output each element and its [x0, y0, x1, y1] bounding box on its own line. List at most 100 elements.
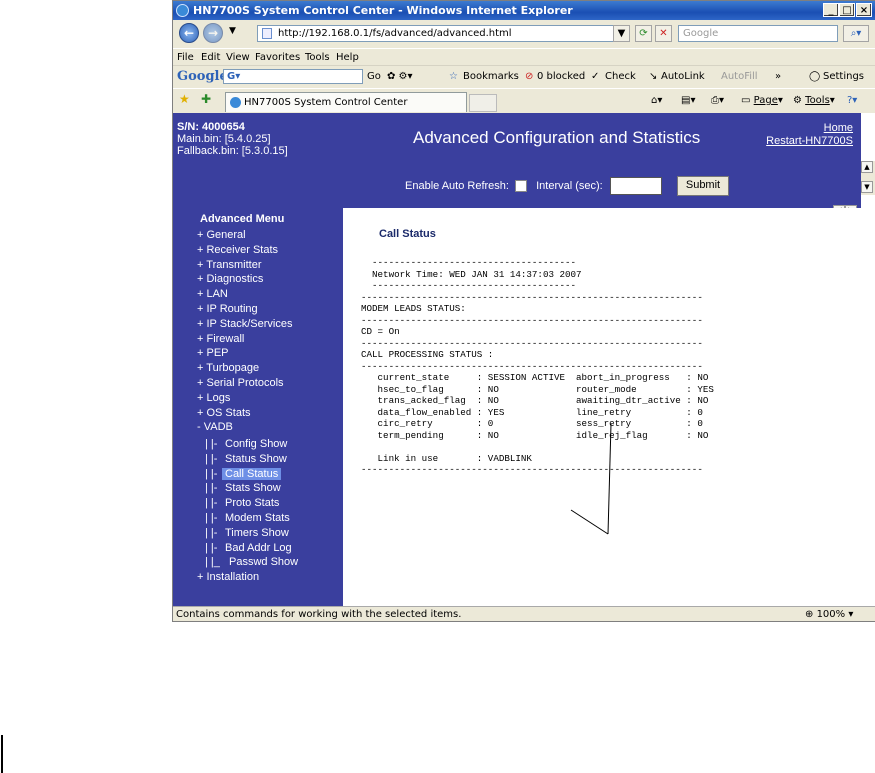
submit-button[interactable]: Submit	[676, 176, 730, 196]
restart-link[interactable]: Restart-HN7700S	[766, 135, 853, 148]
settings-button[interactable]: Settings	[823, 71, 864, 82]
edge-marker	[1, 735, 3, 773]
sidebar-subitem-config-show[interactable]: | |- Config Show	[205, 438, 287, 450]
sidebar-item-serial-protocols[interactable]: + Serial Protocols	[197, 377, 284, 389]
address-url: http://192.168.0.1/fs/advanced/advanced.…	[278, 28, 512, 39]
sidebar-item-diagnostics[interactable]: + Diagnostics	[197, 273, 263, 285]
sidebar-item-ip-routing[interactable]: + IP Routing	[197, 303, 258, 315]
sidebar-subitem-call-status[interactable]: | |- Call Status	[205, 467, 282, 480]
sidebar-subitem-status-show[interactable]: | |- Status Show	[205, 453, 287, 465]
google-search-input[interactable]: G▾	[223, 69, 363, 84]
favorites-star-icon[interactable]: ★	[179, 92, 190, 106]
tools-menu-button[interactable]: ⚙ Tools▾	[793, 95, 835, 106]
tree-prefix: | |-	[205, 482, 218, 495]
interval-label: Interval (sec):	[536, 179, 603, 192]
zoom-control[interactable]: ⊕ 100% ▾	[805, 609, 853, 620]
address-row: ← → ▼ http://192.168.0.1/fs/advanced/adv…	[173, 20, 875, 47]
header-links: Home Restart-HN7700S	[766, 122, 853, 148]
google-toolbar: Google G▾ Go ✿ ⚙▾ ☆ Bookmarks ⊘ 0 blocke…	[173, 65, 875, 88]
page-title: Advanced Configuration and Statistics	[413, 128, 701, 147]
advanced-menu: Advanced Menu + General + Receiver Stats…	[173, 208, 343, 606]
sidebar-subitem-bad-addr-log[interactable]: | |- Bad Addr Log	[205, 542, 292, 554]
more-button[interactable]: »	[775, 71, 781, 82]
feeds-icon[interactable]: ▤▾	[681, 95, 695, 106]
address-input[interactable]: http://192.168.0.1/fs/advanced/advanced.…	[257, 25, 627, 42]
print-icon[interactable]: ⎙▾	[711, 95, 724, 106]
auto-refresh-label: Enable Auto Refresh:	[405, 179, 509, 192]
tree-prefix: | |_	[205, 556, 220, 569]
google-go-button[interactable]: Go	[367, 71, 381, 82]
bookmarks-button[interactable]: Bookmarks	[463, 71, 519, 82]
subitem-label: Stats Show	[225, 482, 281, 495]
close-button[interactable]: ×	[856, 3, 872, 17]
tab-active[interactable]: HN7700S System Control Center	[225, 92, 467, 112]
scroll-up-icon[interactable]: ▲	[861, 161, 873, 173]
menu-favorites[interactable]: Favorites	[255, 52, 300, 63]
home-icon[interactable]: ⌂▾	[651, 95, 662, 106]
tab-ie-icon	[230, 97, 241, 108]
subitem-label: Modem Stats	[225, 512, 290, 524]
sidebar-item-logs[interactable]: + Logs	[197, 392, 230, 404]
subitem-label: Timers Show	[225, 526, 289, 539]
maximize-button[interactable]: □	[839, 3, 855, 17]
refresh-icon[interactable]: ⟳	[635, 25, 652, 42]
sidebar-subitem-modem-stats[interactable]: | |- Modem Stats	[205, 512, 290, 524]
sidebar-item-receiver-stats[interactable]: + Receiver Stats	[197, 244, 278, 256]
device-info: S/N: 4000654 Main.bin: [5.4.0.25] Fallba…	[177, 121, 288, 157]
autofill-button[interactable]: AutoFill	[721, 71, 758, 82]
frame-scrollbar[interactable]: ▲ ▼	[861, 161, 875, 195]
sidebar-item-lan[interactable]: + LAN	[197, 288, 228, 300]
subitem-label: Status Show	[225, 452, 287, 465]
settings-icon: ◯	[809, 71, 821, 82]
sidebar-subitem-timers-show[interactable]: | |- Timers Show	[205, 527, 289, 539]
sidebar-item-ip-stack[interactable]: + IP Stack/Services	[197, 318, 292, 330]
home-link[interactable]: Home	[766, 122, 853, 135]
sidebar-item-firewall[interactable]: + Firewall	[197, 333, 244, 345]
sidebar-item-general[interactable]: + General	[197, 229, 246, 241]
page-menu-button[interactable]: ▭ Page▾	[741, 95, 783, 106]
auto-refresh-form: Enable Auto Refresh: Interval (sec): Sub…	[405, 176, 730, 196]
tree-prefix: | |-	[205, 512, 218, 524]
fallback-bin: Fallback.bin: [5.3.0.15]	[177, 145, 288, 157]
add-favorite-icon[interactable]: ✚	[201, 92, 211, 106]
minimize-button[interactable]: _	[823, 3, 839, 17]
subitem-label: Config Show	[225, 438, 288, 450]
sidebar-item-transmitter[interactable]: + Transmitter	[197, 259, 262, 271]
sidebar-subitem-passwd-show[interactable]: | |_ Passwd Show	[205, 556, 298, 569]
status-text: Contains commands for working with the s…	[176, 609, 462, 620]
star-icon: ☆	[449, 71, 458, 82]
scroll-down-icon[interactable]: ▼	[861, 181, 873, 193]
annotation-line	[607, 423, 612, 535]
sidebar-item-turbopage[interactable]: + Turbopage	[197, 362, 259, 374]
menu-tools[interactable]: Tools	[305, 52, 330, 63]
ie-icon	[176, 4, 189, 17]
sidebar-item-vadb[interactable]: - VADB	[197, 421, 233, 433]
search-input[interactable]: Google	[678, 25, 838, 42]
menu-help[interactable]: Help	[336, 52, 359, 63]
toolbar-icons[interactable]: ✿ ⚙▾	[387, 71, 413, 82]
back-button[interactable]: ←	[179, 23, 199, 43]
auto-refresh-checkbox[interactable]	[515, 180, 528, 192]
menu-edit[interactable]: Edit	[201, 52, 220, 63]
sidebar-subitem-proto-stats[interactable]: | |- Proto Stats	[205, 497, 279, 509]
stop-icon[interactable]: ✕	[655, 25, 672, 42]
menu-view[interactable]: View	[226, 52, 250, 63]
page-header: S/N: 4000654 Main.bin: [5.4.0.25] Fallba…	[173, 113, 861, 208]
sidebar-item-pep[interactable]: + PEP	[197, 347, 229, 359]
search-icon[interactable]: ⌕▾	[843, 25, 869, 42]
history-dropdown-icon[interactable]: ▼	[229, 26, 236, 36]
check-button[interactable]: Check	[605, 71, 636, 82]
new-tab-button[interactable]	[469, 94, 497, 112]
sidebar-item-os-stats[interactable]: + OS Stats	[197, 407, 251, 419]
autolink-button[interactable]: AutoLink	[661, 71, 705, 82]
tools-menu-label: Tools	[805, 95, 830, 106]
menu-file[interactable]: File	[177, 52, 194, 63]
blocked-button[interactable]: 0 blocked	[537, 71, 585, 82]
main-bin: Main.bin: [5.4.0.25]	[177, 133, 271, 145]
sidebar-item-installation[interactable]: + Installation	[197, 571, 259, 583]
sidebar-subitem-stats-show[interactable]: | |- Stats Show	[205, 482, 281, 495]
forward-button[interactable]: →	[203, 23, 223, 43]
address-dropdown-icon[interactable]: ▼	[613, 25, 630, 42]
interval-input[interactable]	[609, 177, 662, 195]
help-icon[interactable]: ?▾	[847, 95, 857, 106]
